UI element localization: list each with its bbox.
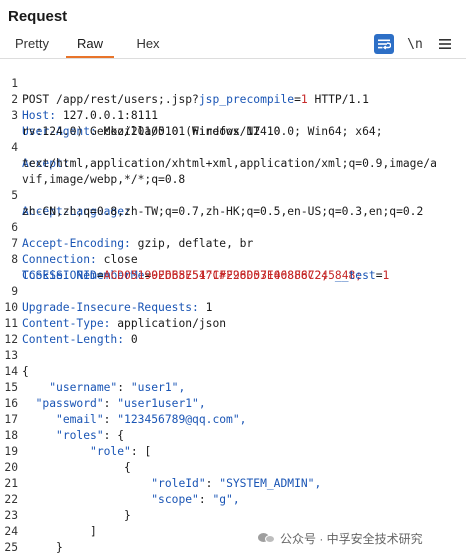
editor-line-wrapped: TCSESSIONID=ACD05190EDB5E547CFF28D03E068…	[22, 269, 390, 282]
editor-line: 12	[0, 316, 466, 346]
editor-line-wrapped: vif,image/webp,*/*;q=0.8	[0, 156, 466, 186]
editor-top-border	[0, 58, 466, 59]
editor-line: 21 "scope": "g",	[0, 460, 466, 506]
view-tabs: Pretty Raw Hex	[0, 34, 466, 58]
tab-pretty[interactable]: Pretty	[6, 36, 58, 58]
editor-line: 20 "roleId": "SYSTEM_ADMIN",	[0, 444, 466, 490]
editor-line: 8 Cookie: RememberMe=92668751^1#29605714…	[0, 236, 466, 282]
editor-line: 10 Content-Type: application/json	[0, 284, 466, 330]
wechat-icon	[258, 531, 276, 545]
editor-line: 2 Host: 127.0.0.1:8111	[0, 76, 466, 122]
tab-raw[interactable]: Raw	[66, 36, 114, 58]
editor-line: 9 Upgrade-Insecure-Requests: 1	[0, 268, 466, 314]
hamburger-menu-icon	[439, 39, 451, 49]
editor-line: 24 }	[0, 508, 466, 554]
editor-line-wrapped: rv:124.0) Gecko/20100101 Firefox/124.0	[0, 108, 466, 138]
raw-request-editor[interactable]: 1 POST /app/rest/users;.jsp?jsp_precompi…	[0, 60, 466, 558]
editor-line: 16 "email": "123456789@qq.com",	[0, 380, 466, 426]
editor-line: 17 "roles": {	[0, 396, 466, 442]
editor-line: 7 Connection: close	[0, 220, 466, 266]
word-wrap-button[interactable]	[374, 34, 394, 54]
show-newlines-button[interactable]: \n	[404, 34, 426, 54]
menu-button[interactable]	[434, 34, 456, 54]
editor-line: 15 "password": "user1user1",	[0, 364, 466, 410]
watermark: 公众号 · 中孚安全技术研究	[258, 528, 423, 548]
editor-line-wrapped: text/html,application/xhtml+xml,applicat…	[0, 140, 466, 170]
editor-line: 18 "role": [	[0, 412, 466, 458]
panel-title: Request	[8, 8, 68, 25]
editor-line: 14 "username": "user1",	[0, 348, 466, 394]
editor-line: 4 Accept:	[0, 124, 466, 170]
editor-line: 5 Accept-Language:	[0, 172, 466, 218]
watermark-text: 公众号 · 中孚安全技术研究	[280, 531, 423, 546]
editor-line: 11 Content-Length: 0	[0, 300, 466, 346]
line-number: 25	[4, 541, 18, 554]
editor-line: 19 {	[0, 428, 466, 474]
editor-line: 23 ]	[0, 492, 466, 538]
editor-line: 3 User-Agent: Mozilla/5.0 (Windows NT 10…	[0, 92, 466, 138]
editor-line: 13 {	[0, 332, 466, 378]
editor-line: 1 POST /app/rest/users;.jsp?jsp_precompi…	[0, 60, 466, 106]
word-wrap-icon	[378, 39, 391, 50]
editor-line: 6 Accept-Encoding: gzip, deflate, br	[0, 204, 466, 250]
tab-hex[interactable]: Hex	[126, 36, 170, 58]
editor-line-wrapped: zh-CN,zh;q=0.8,zh-TW;q=0.7,zh-HK;q=0.5,e…	[0, 188, 466, 218]
json-brace: }	[56, 541, 63, 554]
editor-line: 22 }	[0, 476, 466, 522]
